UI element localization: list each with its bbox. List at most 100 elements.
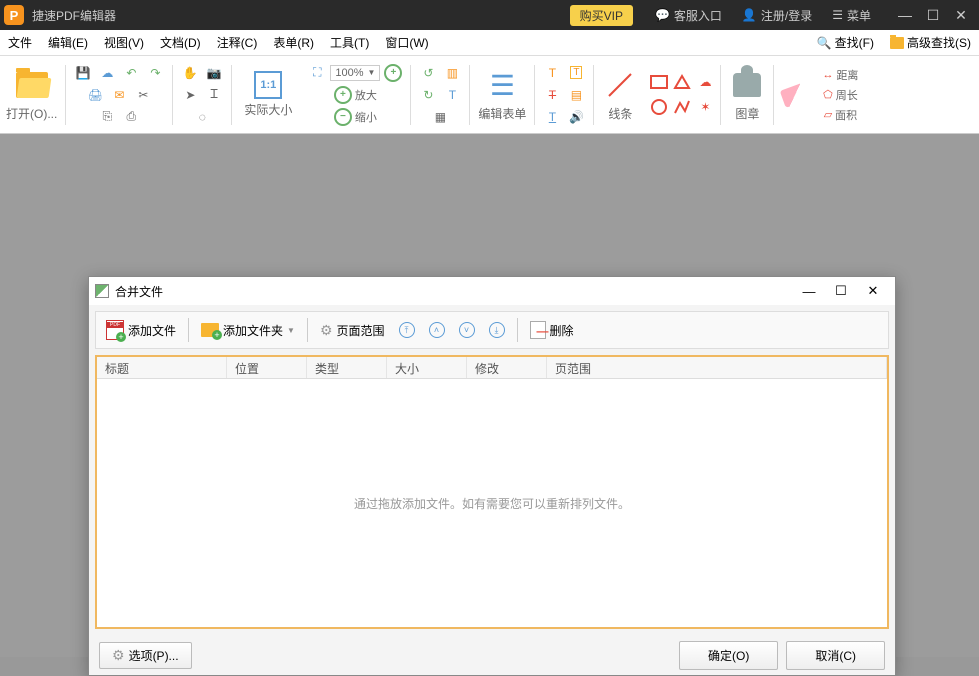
minus-circle-icon: − <box>334 108 352 126</box>
add-folder-button[interactable]: 添加文件夹 ▼ <box>195 319 301 342</box>
col-page-range[interactable]: 页范围 <box>547 357 887 378</box>
rotate-left[interactable]: ↺ <box>417 62 439 84</box>
menu-view[interactable]: 视图(V) <box>96 30 152 55</box>
move-top-button[interactable]: ⤒ <box>393 319 421 341</box>
menu-edit[interactable]: 编辑(E) <box>40 30 96 55</box>
undo-button[interactable]: ↶ <box>120 62 142 84</box>
menu-window[interactable]: 窗口(W) <box>377 30 436 55</box>
edit-form-button[interactable]: ☰ 编辑表单 <box>472 63 532 126</box>
delete-button[interactable]: 删除 <box>524 318 580 342</box>
dialog-maximize[interactable]: ☐ <box>825 283 857 299</box>
cloud-button[interactable]: ☁ <box>96 62 118 84</box>
highlight-tool[interactable]: T <box>541 62 563 84</box>
page-range-button[interactable]: ⚙ 页面范围 <box>314 319 391 342</box>
fit-page-button[interactable]: ⛶ <box>306 62 328 84</box>
move-bottom-icon: ⤓ <box>489 322 505 338</box>
menu-icon: ☰ <box>832 8 843 22</box>
page-icon: ▥ <box>447 66 458 80</box>
text-select-tool[interactable]: Ꮖ <box>203 84 225 106</box>
zoom-plus[interactable]: + <box>382 62 404 84</box>
print-button[interactable]: 🖨 <box>84 84 106 106</box>
col-location[interactable]: 位置 <box>227 357 307 378</box>
fit-page-icon: ⛶ <box>313 65 321 80</box>
menu-file[interactable]: 文件 <box>0 30 40 55</box>
save-button[interactable]: 💾 <box>72 62 94 84</box>
perimeter-tool[interactable]: ⬠ 周长 <box>819 85 862 105</box>
area-tool[interactable]: ▱ 面积 <box>820 105 861 125</box>
redo-icon: ↷ <box>150 66 160 80</box>
cloud-tool[interactable]: ☁ <box>694 71 716 93</box>
login-link[interactable]: 👤 注册/登录 <box>742 7 812 24</box>
circle-icon <box>651 99 667 115</box>
stamp-button[interactable]: 图章 <box>723 63 771 126</box>
lasso-tool[interactable]: ◌ <box>191 106 213 128</box>
zoom-in-button[interactable]: + 放大 <box>330 84 381 106</box>
grid-tool[interactable]: ▦ <box>429 106 451 128</box>
sound-tool[interactable]: 🔊 <box>565 106 587 128</box>
rotate-right[interactable]: ↻ <box>417 84 439 106</box>
dialog-footer: ⚙ 选项(P)... 确定(O) 取消(C) <box>89 635 895 675</box>
move-down-button[interactable]: ˅ <box>453 319 481 341</box>
lasso-icon: ◌ <box>199 110 206 124</box>
text-box-tool[interactable]: T <box>565 62 587 84</box>
menu-form[interactable]: 表单(R) <box>265 30 322 55</box>
col-title[interactable]: 标题 <box>97 357 227 378</box>
col-size[interactable]: 大小 <box>387 357 467 378</box>
strikeout-tool[interactable]: T <box>541 84 563 106</box>
menu-comment[interactable]: 注释(C) <box>209 30 266 55</box>
minimize-button[interactable]: — <box>891 0 919 30</box>
support-link[interactable]: 💬 客服入口 <box>655 7 722 24</box>
underline-tool[interactable]: T <box>541 106 563 128</box>
select-tool[interactable]: ➤ <box>179 84 201 106</box>
note-tool[interactable]: ▤ <box>565 84 587 106</box>
move-up-button[interactable]: ˄ <box>423 319 451 341</box>
polyline-tool[interactable] <box>671 96 693 118</box>
scan-button[interactable]: ⎙ <box>120 106 142 128</box>
actual-size-button[interactable]: 1:1 实际大小 <box>238 67 298 122</box>
text-tool[interactable]: T <box>441 84 463 106</box>
buy-vip-button[interactable]: 购买VIP <box>570 5 633 26</box>
dialog-close[interactable]: ✕ <box>857 283 889 299</box>
find-button[interactable]: 🔍 查找(F) <box>809 34 882 51</box>
move-bottom-button[interactable]: ⤓ <box>483 319 511 341</box>
save-icon: 💾 <box>76 66 91 80</box>
menu-tools[interactable]: 工具(T) <box>322 30 377 55</box>
open-label: 打开(O)... <box>6 105 57 122</box>
close-button[interactable]: ✕ <box>947 0 975 30</box>
page-range-label: 页面范围 <box>337 322 385 339</box>
zoom-out-button[interactable]: − 缩小 <box>330 106 381 128</box>
cancel-button[interactable]: 取消(C) <box>786 641 885 670</box>
options-button[interactable]: ⚙ 选项(P)... <box>99 642 192 669</box>
redo-button[interactable]: ↷ <box>144 62 166 84</box>
dialog-minimize[interactable]: — <box>793 284 825 299</box>
line-icon <box>602 67 638 103</box>
zoom-out-label: 缩小 <box>355 109 377 125</box>
star-tool[interactable]: ✶ <box>694 96 716 118</box>
add-file-button[interactable]: 添加文件 <box>100 317 182 343</box>
eraser-button[interactable] <box>780 84 810 106</box>
hand-tool[interactable]: ✋ <box>179 62 201 84</box>
open-file-button[interactable]: 打开(O)... <box>0 63 63 126</box>
ribbon: 打开(O)... 💾 ☁ ↶ ↷ 🖨 ✉ ✂ ⎘ ⎙ ✋ 📷 ➤ Ꮖ ◌ <box>0 56 979 134</box>
copy-button[interactable]: ⎘ <box>96 106 118 128</box>
menu-document[interactable]: 文档(D) <box>152 30 209 55</box>
ok-button[interactable]: 确定(O) <box>679 641 778 670</box>
mail-button[interactable]: ✉ <box>108 84 130 106</box>
move-top-icon: ⤒ <box>399 322 415 338</box>
zoom-combo[interactable]: 100% ▼ <box>330 65 380 81</box>
cut-button[interactable]: ✂ <box>132 84 154 106</box>
snapshot-tool[interactable]: 📷 <box>203 62 225 84</box>
maximize-button[interactable]: ☐ <box>919 0 947 30</box>
poly-tool[interactable] <box>671 71 693 93</box>
circle-tool[interactable] <box>648 96 670 118</box>
advanced-find-button[interactable]: 高级查找(S) <box>882 34 979 51</box>
lines-dropdown[interactable]: 线条 <box>596 63 644 126</box>
rect-tool[interactable] <box>648 71 670 93</box>
col-modified[interactable]: 修改 <box>467 357 547 378</box>
file-list[interactable]: 标题 位置 类型 大小 修改 页范围 通过拖放添加文件。如有需要您可以重新排列文… <box>95 355 889 629</box>
distance-tool[interactable]: ↔ 距离 <box>818 65 862 85</box>
main-menu-button[interactable]: ☰ 菜单 <box>832 7 871 24</box>
table-body[interactable]: 通过拖放添加文件。如有需要您可以重新排列文件。 <box>97 379 887 627</box>
page-layout[interactable]: ▥ <box>441 62 463 84</box>
col-type[interactable]: 类型 <box>307 357 387 378</box>
